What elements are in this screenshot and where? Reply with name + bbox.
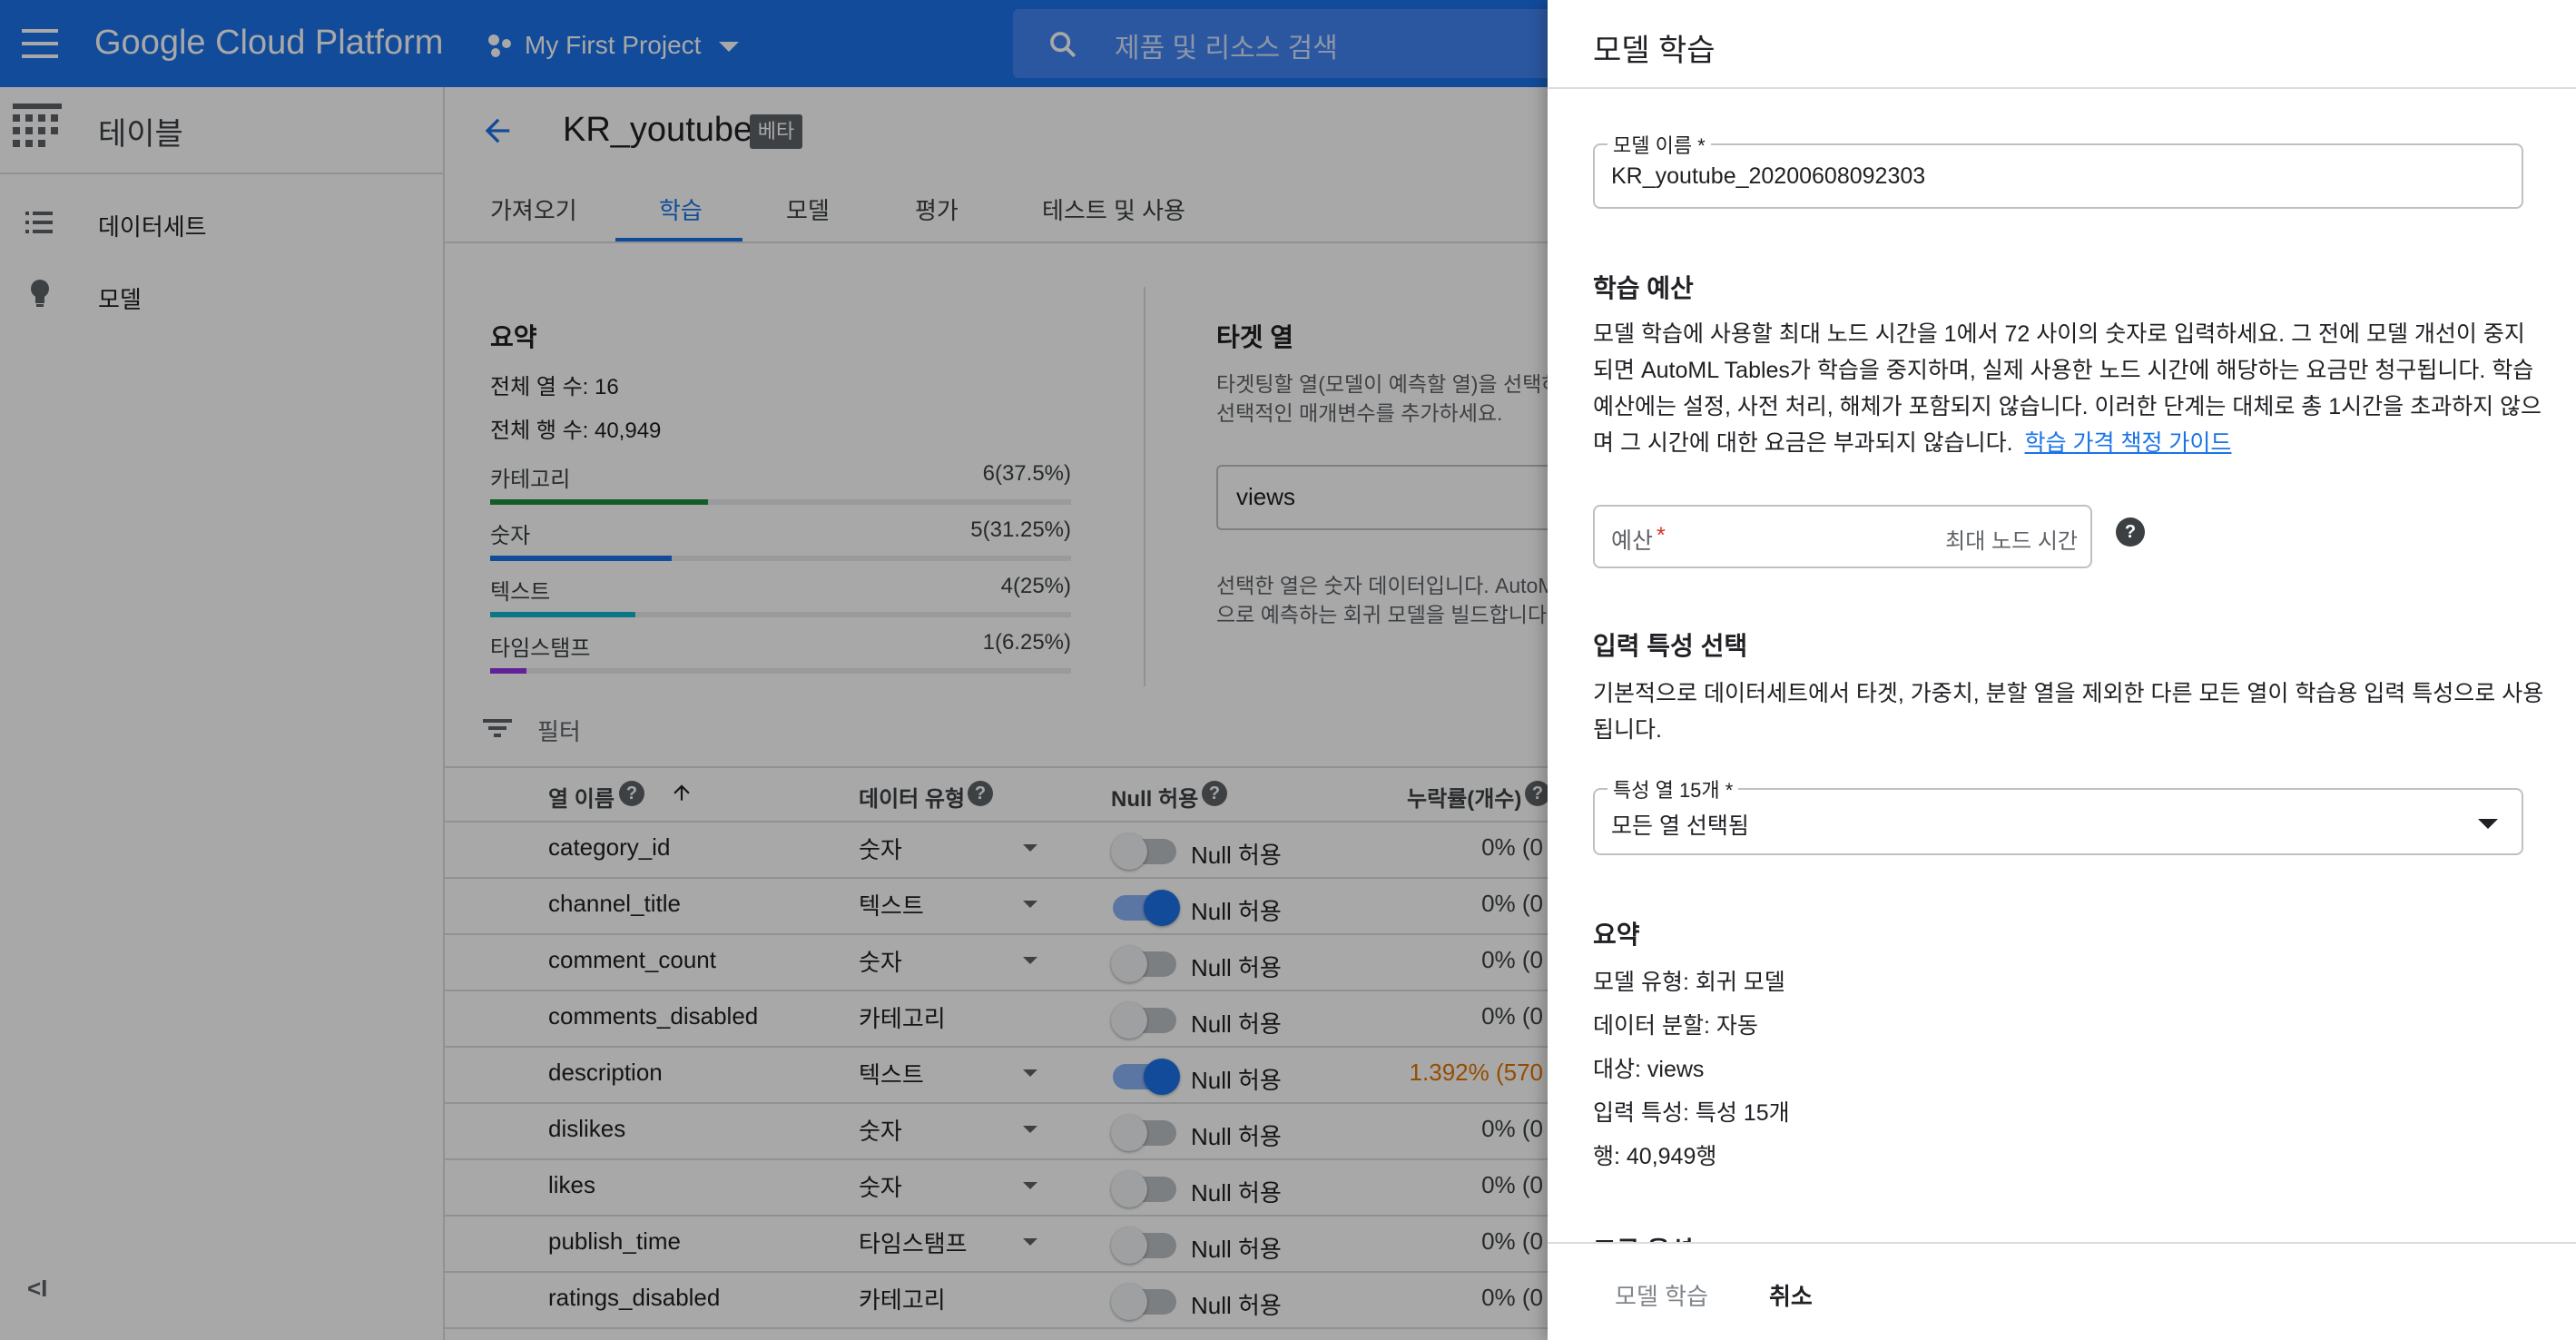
- budget-heading: 학습 예산: [1593, 274, 1694, 302]
- budget-description-line2: 되면 AutoML Tables가 학습을 중지하며, 실제 사용한 노드 시간…: [1593, 358, 2534, 383]
- summary-rows: 행: 40,949행: [1593, 1144, 1717, 1169]
- budget-description-line4: 며 그 시간에 대한 요금은 부과되지 않습니다. 학습 가격 책정 가이드: [1593, 425, 2231, 461]
- budget-field[interactable]: 예산 * 최대 노드 시간: [1593, 505, 2092, 568]
- help-icon[interactable]: ?: [2116, 517, 2145, 547]
- budget-suffix: 최대 노드 시간: [1945, 529, 2078, 554]
- budget-description-line1: 모델 학습에 사용할 최대 노드 시간을 1에서 72 사이의 숫자로 입력하세…: [1593, 321, 2525, 347]
- features-description-line1: 기본적으로 데이터세트에서 타겟, 가중치, 분할 열을 제외한 다른 모든 열…: [1593, 681, 2544, 706]
- train-model-panel: 모델 학습 모델 이름 * KR_youtube_20200608092303 …: [1548, 0, 2576, 1340]
- budget-description-text: 며 그 시간에 대한 요금은 부과되지 않습니다.: [1593, 430, 2013, 456]
- features-description-line2: 됩니다.: [1593, 717, 1662, 743]
- summary-input-features: 입력 특성: 특성 15개: [1593, 1100, 1790, 1126]
- feature-columns-label: 특성 열 15개 *: [1608, 774, 1739, 803]
- pricing-guide-link[interactable]: 학습 가격 책정 가이드: [2025, 430, 2232, 456]
- budget-description-line3: 예산에는 설정, 사전 처리, 해체가 포함되지 않습니다. 이러한 단계는 대…: [1593, 394, 2542, 419]
- panel-summary-heading: 요약: [1593, 921, 1640, 949]
- summary-data-split: 데이터 분할: 자동: [1593, 1013, 1758, 1039]
- panel-title-divider: [1548, 87, 2576, 89]
- budget-placeholder: 예산: [1611, 528, 1654, 554]
- dropdown-arrow-icon: [2478, 819, 2498, 829]
- panel-footer: 모델 학습 취소: [1548, 1242, 2576, 1340]
- feature-columns-select[interactable]: 특성 열 15개 * 모든 열 선택됨: [1593, 774, 2523, 855]
- cancel-button[interactable]: 취소: [1769, 1278, 1813, 1312]
- panel-title: 모델 학습: [1593, 34, 1716, 68]
- feature-columns-value: 모든 열 선택됨: [1611, 813, 1749, 839]
- features-heading: 입력 특성 선택: [1593, 632, 1748, 660]
- model-name-field[interactable]: 모델 이름 * KR_youtube_20200608092303: [1593, 130, 2523, 209]
- summary-target: 대상: views: [1593, 1057, 1705, 1082]
- model-name-value: KR_youtube_20200608092303: [1611, 163, 1926, 189]
- modal-scrim[interactable]: [0, 0, 1548, 1340]
- required-asterisk: *: [1657, 523, 1666, 548]
- summary-model-type: 모델 유형: 회귀 모델: [1593, 970, 1785, 995]
- model-name-label: 모델 이름 *: [1608, 130, 1711, 159]
- train-model-button[interactable]: 모델 학습: [1615, 1278, 1708, 1312]
